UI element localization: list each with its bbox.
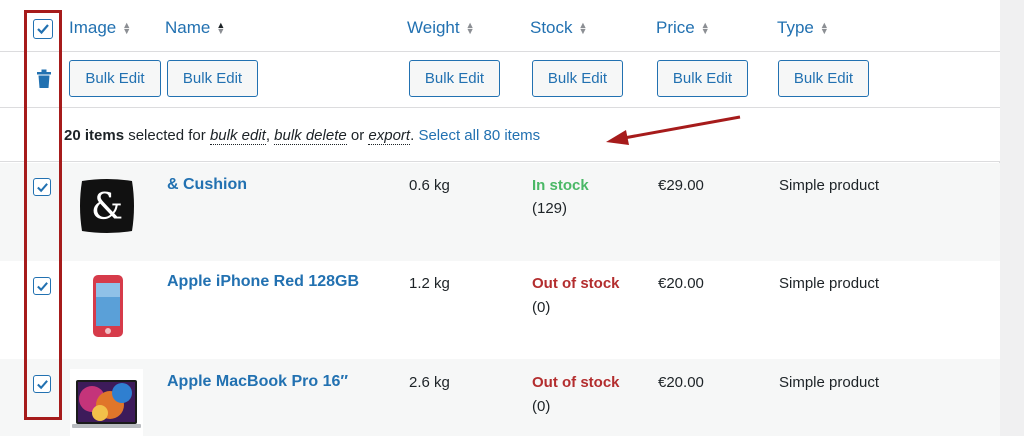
selection-notice: 20 items selected for bulk edit, bulk de… [64, 127, 540, 145]
product-price: €20.00 [658, 275, 704, 292]
stock-count: (129) [532, 200, 568, 217]
sort-icon: ▲ ▼ [819, 20, 829, 36]
product-weight: 2.6 kg [409, 374, 450, 391]
bulk-edit-row: Bulk Edit Bulk Edit Bulk Edit Bulk Edit … [0, 52, 1000, 108]
column-name[interactable]: Name ▲ ▼ [165, 18, 225, 38]
stock-count: (0) [532, 398, 551, 415]
notice-separator: or [346, 127, 369, 144]
product-type: Simple product [779, 177, 880, 194]
column-type[interactable]: Type ▲ ▼ [777, 18, 829, 38]
bulk-edit-stock-button[interactable]: Bulk Edit [532, 60, 623, 97]
sort-icon: ▲ ▼ [465, 20, 475, 36]
table-row: Apple MacBook Pro 16″ 2.6 kg Out of stoc… [0, 359, 1000, 436]
sort-icon: ▲ ▼ [700, 20, 710, 36]
bulk-delete-action[interactable]: bulk delete [274, 127, 347, 145]
annotation-arrow [606, 115, 741, 145]
notice-text: selected for [124, 127, 210, 144]
page-background [1000, 0, 1024, 436]
product-thumbnail[interactable]: & [78, 175, 136, 237]
column-stock[interactable]: Stock ▲ ▼ [530, 18, 587, 38]
bulk-edit-image-button[interactable]: Bulk Edit [69, 60, 161, 97]
product-name-link[interactable]: & Cushion [167, 176, 247, 194]
product-type: Simple product [779, 275, 880, 292]
column-price[interactable]: Price ▲ ▼ [656, 18, 710, 38]
product-name-link[interactable]: Apple iPhone Red 128GB [167, 273, 359, 291]
product-price: €29.00 [658, 177, 704, 194]
product-name-link[interactable]: Apple MacBook Pro 16″ [167, 373, 348, 391]
bulk-edit-action[interactable]: bulk edit [209, 127, 266, 145]
column-image-label: Image [69, 18, 117, 37]
table-header: Image ▲ ▼ Name ▲ ▼ Weight ▲ ▼ Stock ▲ ▼ Price ▲ ▼ … [0, 0, 1000, 52]
export-action[interactable]: export [368, 127, 411, 145]
stock-status: Out of stock [532, 275, 620, 292]
product-thumbnail[interactable] [70, 369, 143, 436]
select-all-items-link[interactable]: Select all 80 items [418, 127, 540, 144]
table-row: & & Cushion 0.6 kg In stock (129) €29.00… [0, 163, 1000, 261]
selection-notice-row: 20 items selected for bulk edit, bulk de… [0, 108, 1000, 162]
product-weight: 1.2 kg [409, 275, 450, 292]
bulk-edit-weight-button[interactable]: Bulk Edit [409, 60, 500, 97]
column-image[interactable]: Image ▲ ▼ [69, 18, 131, 38]
product-price: €20.00 [658, 374, 704, 391]
notice-separator: , [265, 127, 275, 144]
sort-ascending-icon: ▲ ▼ [216, 20, 226, 36]
stock-status: In stock [532, 177, 589, 194]
column-weight[interactable]: Weight ▲ ▼ [407, 18, 475, 38]
stock-count: (0) [532, 299, 551, 316]
selected-count: 20 items [64, 127, 125, 144]
column-weight-label: Weight [407, 18, 460, 37]
table-row: Apple iPhone Red 128GB 1.2 kg Out of sto… [0, 261, 1000, 359]
bulk-edit-name-button[interactable]: Bulk Edit [167, 60, 258, 97]
stock-status: Out of stock [532, 374, 620, 391]
bulk-edit-type-button[interactable]: Bulk Edit [778, 60, 869, 97]
column-type-label: Type [777, 18, 814, 37]
sort-icon: ▲ ▼ [122, 20, 132, 36]
annotation-highlight-box [24, 10, 62, 420]
sort-icon: ▲ ▼ [578, 20, 588, 36]
column-stock-label: Stock [530, 18, 573, 37]
bulk-edit-price-button[interactable]: Bulk Edit [657, 60, 748, 97]
column-name-label: Name [165, 18, 211, 37]
product-weight: 0.6 kg [409, 177, 450, 194]
svg-text:&: & [91, 187, 123, 228]
column-price-label: Price [656, 18, 695, 37]
product-thumbnail[interactable] [91, 274, 125, 338]
product-type: Simple product [779, 374, 880, 391]
